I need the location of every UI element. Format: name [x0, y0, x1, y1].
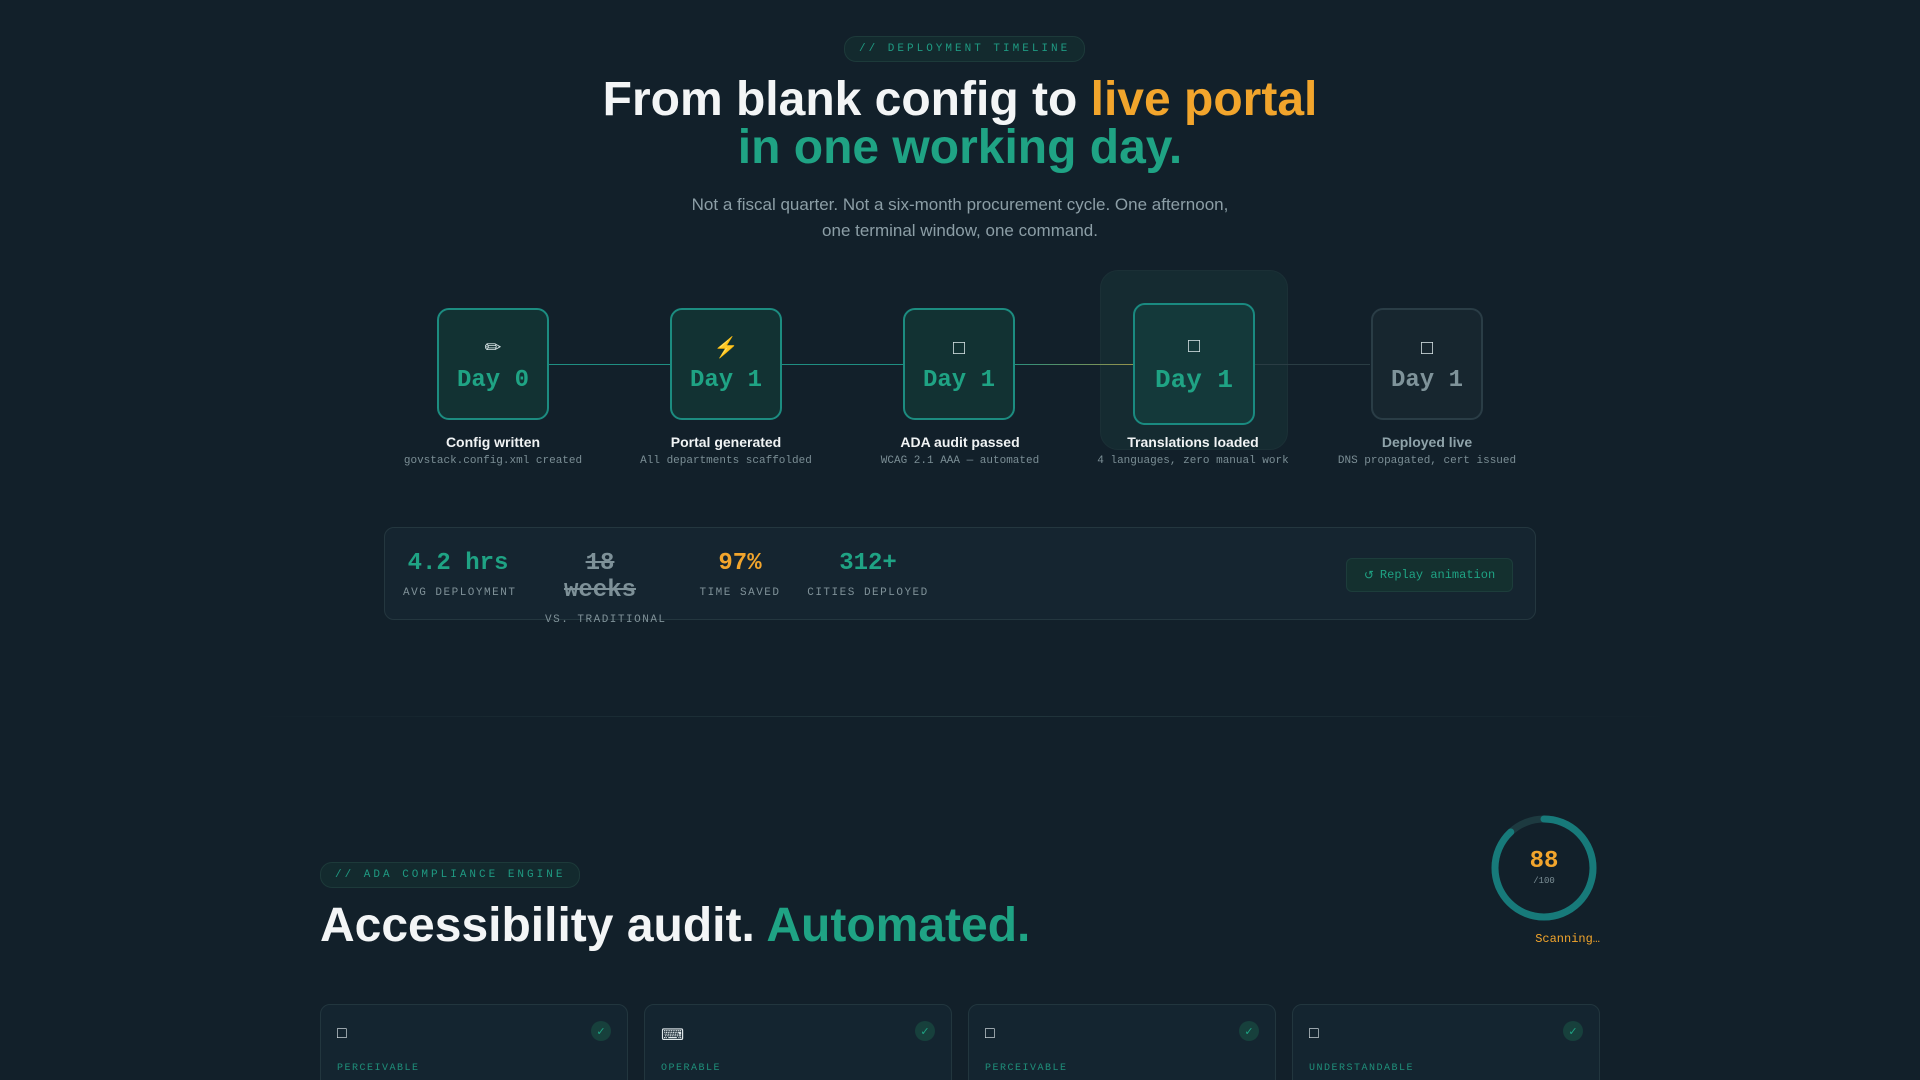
unknown-glyph-icon: □ — [985, 1025, 995, 1042]
timeline-step-ada[interactable]: □ Day 1 — [903, 308, 1015, 420]
pencil-icon: ✏ — [484, 336, 502, 359]
unknown-glyph-icon: □ — [1309, 1025, 1319, 1042]
hero-title: From blank config to live portal in one … — [0, 76, 1920, 172]
audit-card-understandable[interactable]: □ ✓ UNDERSTANDABLE — [1292, 1004, 1600, 1080]
hero-subtitle: Not a fiscal quarter. Not a six-month pr… — [660, 192, 1260, 244]
stat-value: 312+ — [839, 550, 897, 577]
stat-time-saved: 97% TIME SAVED — [685, 550, 795, 599]
stat-value: 18 weeks — [563, 550, 636, 604]
hero-title-line2: in one working day. — [737, 121, 1183, 174]
step-label: Config written — [445, 434, 541, 450]
check-icon: ✓ — [1239, 1021, 1259, 1041]
stat-cities: 312+ CITIES DEPLOYED — [803, 550, 933, 599]
card-category: OPERABLE — [661, 1063, 722, 1074]
step-day: Day 1 — [922, 366, 995, 394]
card-category: UNDERSTANDABLE — [1309, 1063, 1415, 1074]
stat-label: VS. TRADITIONAL — [545, 614, 667, 626]
replay-animation-button[interactable]: ↺ Replay animation — [1346, 558, 1513, 592]
timeline-step-translations[interactable]: □ Day 1 — [1133, 303, 1255, 425]
stat-label: AVG DEPLOYMENT — [403, 587, 517, 599]
stat-traditional: 18 weeks VS. TRADITIONAL — [545, 550, 667, 626]
stat-label: TIME SAVED — [699, 587, 781, 599]
stat-label: CITIES DEPLOYED — [807, 587, 929, 599]
audit-card-perceivable-2[interactable]: □ ✓ PERCEIVABLE — [968, 1004, 1276, 1080]
card-category: PERCEIVABLE — [337, 1063, 420, 1074]
step-description: DNS propagated, cert issued — [1337, 455, 1517, 467]
replay-icon: ↺ — [1363, 568, 1374, 583]
hero-subtitle-line1: Not a fiscal quarter. Not a six-month pr… — [691, 195, 1229, 214]
hero-subtitle-line2: one terminal window, one command. — [822, 221, 1098, 240]
hero-title-highlight: live portal — [1090, 73, 1318, 126]
check-icon: ✓ — [591, 1021, 611, 1041]
step-description: 4 languages, zero manual work — [1097, 455, 1289, 467]
step-day: Day 1 — [689, 366, 762, 394]
step-label: Translations loaded — [1127, 434, 1259, 450]
unknown-glyph-icon: □ — [952, 336, 966, 359]
ada-title: Accessibility audit. Automated. — [320, 898, 1030, 953]
stat-avg-deployment: 4.2 hrs AVG DEPLOYMENT — [403, 550, 517, 599]
gauge-max: /100 — [1533, 876, 1555, 886]
step-label: Deployed live — [1381, 434, 1473, 450]
lightning-icon: ⚡ — [713, 336, 739, 359]
ada-title-part1: Accessibility audit. — [320, 899, 767, 952]
step-description: All departments scaffolded — [640, 455, 812, 467]
replay-label: Replay animation — [1379, 568, 1496, 582]
step-description: WCAG 2.1 AAA — automated — [880, 455, 1040, 467]
unknown-glyph-icon: □ — [337, 1025, 347, 1042]
stat-value: 4.2 hrs — [407, 550, 509, 577]
unknown-glyph-icon: □ — [1420, 336, 1434, 359]
step-day: Day 1 — [1390, 366, 1463, 394]
stats-bar: 4.2 hrs AVG DEPLOYMENT 18 weeks VS. TRAD… — [384, 527, 1536, 626]
audit-card-perceivable[interactable]: □ ✓ PERCEIVABLE — [320, 1004, 628, 1080]
stat-value: 97% — [718, 550, 762, 577]
step-day: Day 1 — [1154, 365, 1233, 395]
step-label: ADA audit passed — [900, 434, 1020, 450]
step-label: Portal generated — [670, 434, 782, 450]
ada-title-highlight: Automated. — [766, 899, 1031, 952]
step-description: govstack.config.xml created — [403, 455, 583, 467]
section-tag: // DEPLOYMENT TIMELINE — [844, 36, 1086, 62]
timeline-step-config[interactable]: ✏ Day 0 — [437, 308, 549, 420]
timeline-step-portal[interactable]: ⚡ Day 1 — [670, 308, 782, 420]
unknown-glyph-icon: □ — [1187, 335, 1201, 357]
gauge-score: 88 — [1529, 848, 1559, 875]
section-tag: // ADA COMPLIANCE ENGINE — [320, 862, 581, 888]
check-icon: ✓ — [1563, 1021, 1583, 1041]
timeline-step-deployed[interactable]: □ Day 1 — [1371, 308, 1483, 420]
card-category: PERCEIVABLE — [985, 1063, 1068, 1074]
section-divider — [240, 716, 1680, 717]
scanning-status: Scanning… — [1535, 932, 1600, 946]
keyboard-icon: ⌨ — [661, 1027, 685, 1044]
step-day: Day 0 — [456, 366, 529, 394]
audit-card-operable[interactable]: ⌨ ✓ OPERABLE — [644, 1004, 952, 1080]
hero-title-part1: From blank config to — [602, 73, 1091, 126]
check-icon: ✓ — [915, 1021, 935, 1041]
